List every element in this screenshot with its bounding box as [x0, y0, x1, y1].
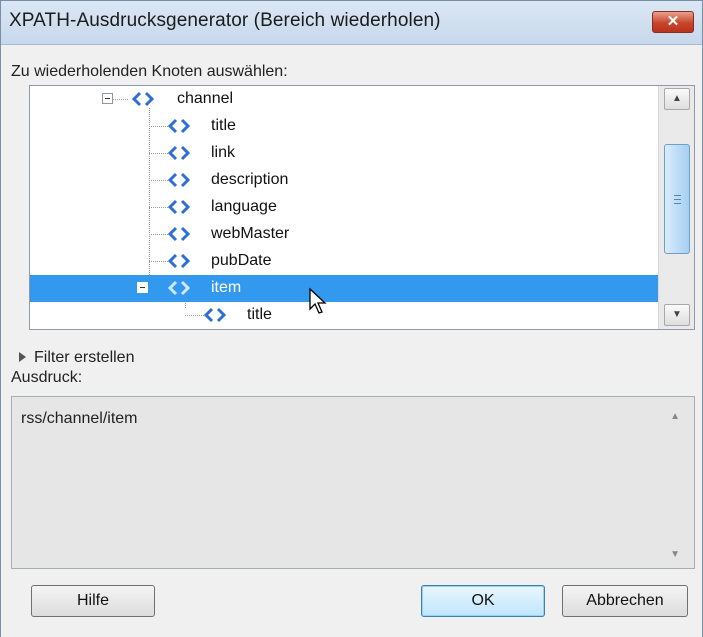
tree-scrollbar[interactable]: ▲ ▼ [658, 86, 694, 329]
select-node-label: Zu wiederholenden Knoten auswählen: [11, 63, 288, 80]
tree-connector [149, 180, 168, 181]
scroll-thumb[interactable] [664, 144, 690, 254]
expression-field[interactable]: rss/channel/item ▲ ▼ [11, 396, 695, 569]
tree-item-label: language [211, 198, 277, 215]
collapse-toggle-icon[interactable] [137, 282, 148, 293]
tree-connector [149, 153, 168, 154]
scroll-grip-icon [674, 195, 681, 204]
node-tree[interactable]: channel title link description language webMa… [29, 85, 695, 330]
cancel-button[interactable]: Abbrechen [562, 585, 688, 617]
tree-item-label: description [211, 171, 289, 188]
tree-item[interactable]: webMaster [30, 221, 658, 248]
tree-item[interactable]: description [30, 167, 658, 194]
element-node-icon [131, 91, 155, 107]
element-node-icon [167, 280, 191, 296]
tree-item[interactable]: pubDate [30, 248, 658, 275]
scroll-down-button[interactable]: ▼ [664, 304, 690, 326]
expand-triangle-icon [19, 352, 26, 362]
help-button-label: Hilfe [76, 592, 109, 609]
create-filter-label: Filter erstellen [34, 349, 135, 366]
tree-item[interactable]: item [30, 275, 658, 302]
expression-label: Ausdruck: [11, 369, 83, 386]
scroll-up-arrow-icon[interactable]: ▲ [670, 411, 680, 422]
element-node-icon [167, 199, 191, 215]
tree-item[interactable]: language [30, 194, 658, 221]
scroll-up-button[interactable]: ▲ [664, 88, 690, 110]
mouse-pointer-icon [309, 287, 327, 314]
tree-connector [149, 261, 168, 262]
collapse-toggle-icon[interactable] [102, 93, 113, 104]
element-node-icon [167, 118, 191, 134]
tree-item[interactable]: link [30, 140, 658, 167]
element-node-icon [167, 253, 191, 269]
ok-button[interactable]: OK [421, 585, 545, 617]
tree-item[interactable]: channel [30, 86, 658, 113]
expression-value: rss/channel/item [21, 410, 138, 427]
scroll-down-arrow-icon[interactable]: ▼ [670, 549, 680, 560]
window-title: XPATH-Ausdrucksgenerator (Bereich wieder… [9, 10, 441, 31]
tree-item-label: link [211, 144, 236, 161]
close-button[interactable]: ✕ [652, 11, 694, 33]
tree-connector [149, 207, 168, 208]
tree-connector [149, 126, 168, 127]
element-node-icon [167, 172, 191, 188]
close-icon: ✕ [666, 13, 680, 30]
element-node-icon [203, 307, 227, 323]
tree-item-label: pubDate [211, 252, 272, 269]
title-bar[interactable]: XPATH-Ausdrucksgenerator (Bereich wieder… [1, 1, 702, 45]
tree-item-label: title [247, 306, 272, 323]
create-filter-toggle[interactable]: Filter erstellen [19, 349, 134, 367]
tree-item[interactable]: title [30, 302, 658, 329]
element-node-icon [167, 226, 191, 242]
tree-item-label: item [211, 279, 242, 296]
element-node-icon [167, 145, 191, 161]
tree-connector [185, 315, 204, 316]
xpath-builder-dialog: XPATH-Ausdrucksgenerator (Bereich wieder… [0, 0, 703, 637]
tree-item-label: title [211, 117, 236, 134]
tree-item[interactable]: title [30, 113, 658, 140]
tree-item-label: channel [177, 90, 234, 107]
tree-connector [149, 234, 168, 235]
dialog-body: Zu wiederholenden Knoten auswählen: chan… [1, 45, 702, 637]
tree-item-label: webMaster [211, 225, 290, 242]
help-button[interactable]: Hilfe [31, 585, 155, 617]
